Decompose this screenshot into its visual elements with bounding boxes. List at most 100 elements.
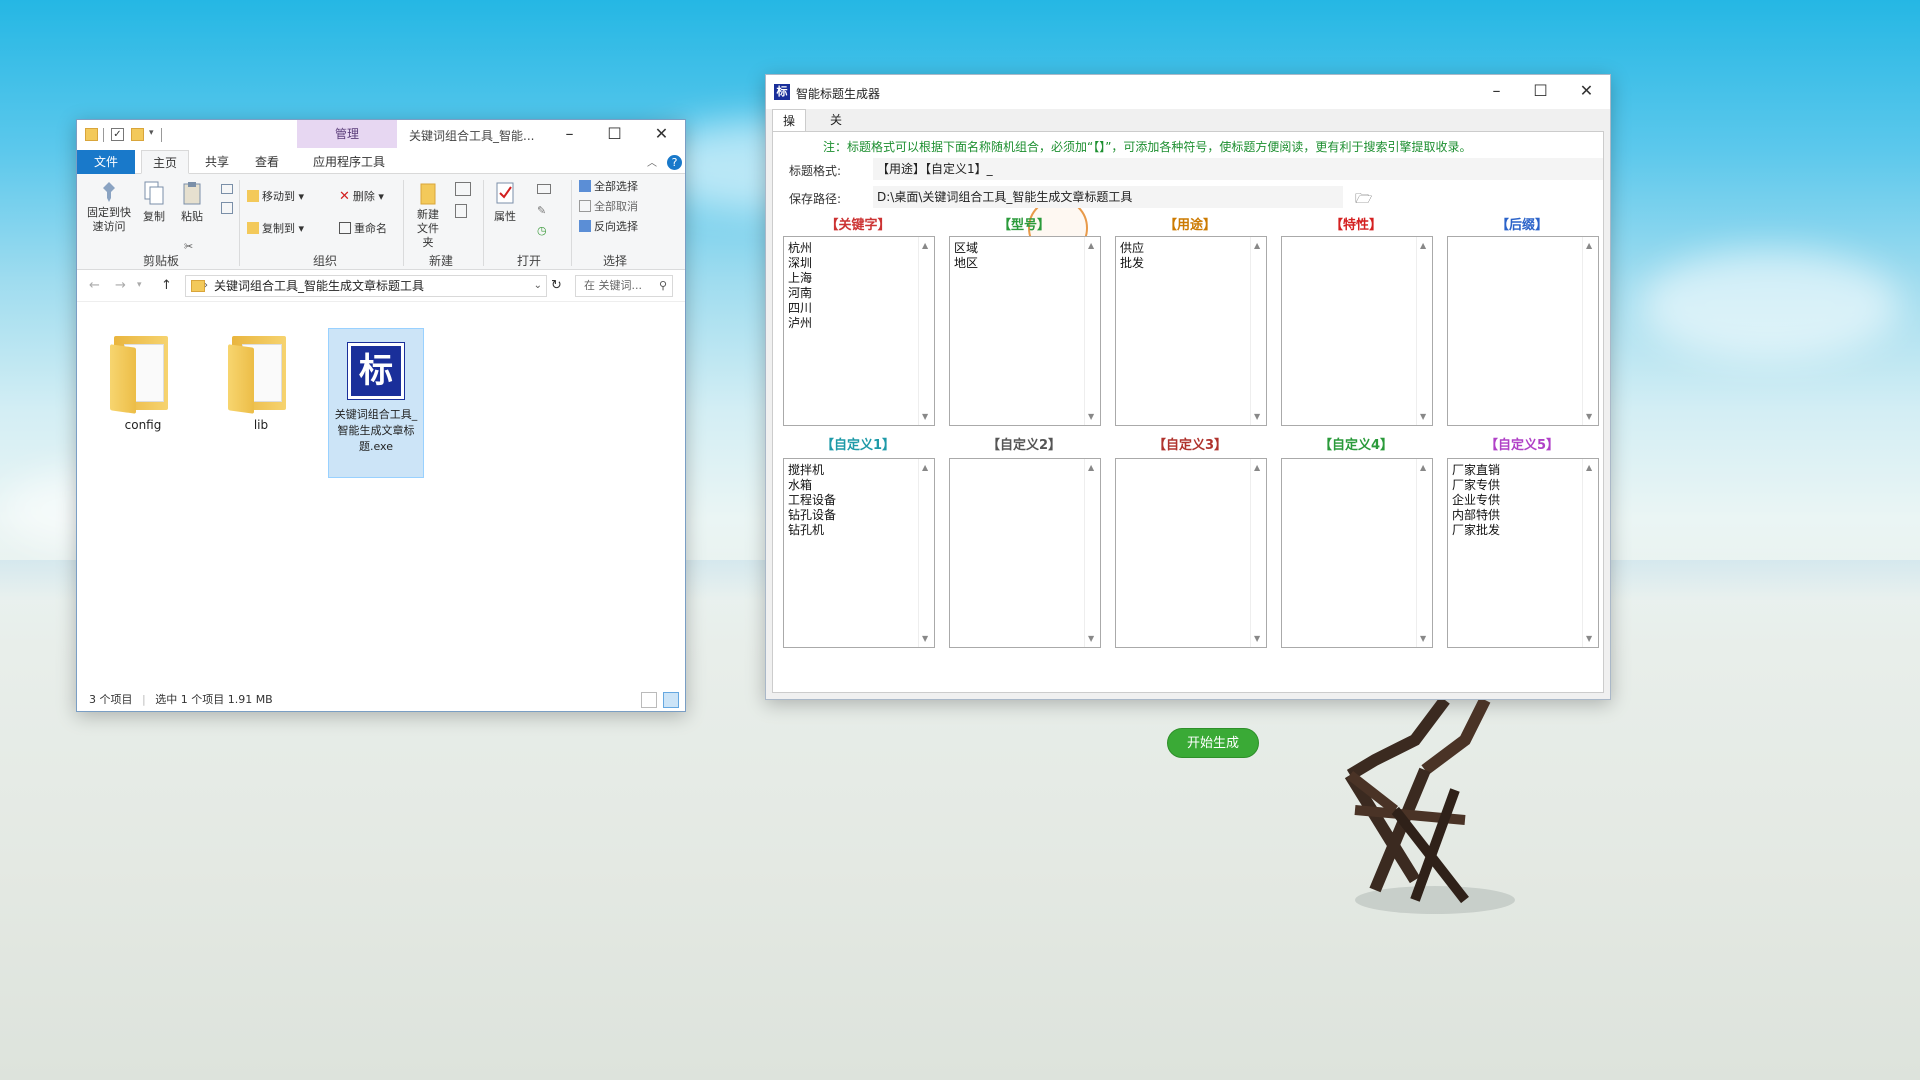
- scroll-down-icon[interactable]: ▼: [1420, 412, 1426, 421]
- scroll-up-icon[interactable]: ▲: [1420, 241, 1426, 250]
- paste-shortcut-icon[interactable]: [221, 202, 233, 214]
- generate-button[interactable]: 开始生成: [1167, 728, 1259, 758]
- scroll-up-icon[interactable]: ▲: [922, 241, 928, 250]
- pin-icon: [103, 182, 115, 202]
- scrollbar[interactable]: ▲ ▼: [1416, 237, 1432, 425]
- delete-button[interactable]: ✕ 删除 ▾: [339, 188, 384, 206]
- properties-button[interactable]: 属性: [487, 180, 523, 224]
- select-all-button[interactable]: 全部选择: [579, 178, 638, 196]
- open-folder-icon[interactable]: 🗁: [1355, 188, 1372, 212]
- tab-file[interactable]: 文件: [77, 150, 135, 174]
- select-none-button[interactable]: 全部取消: [579, 198, 638, 216]
- custom3-list[interactable]: ▲ ▼: [1115, 458, 1267, 648]
- minimize-button[interactable]: –: [1474, 77, 1519, 107]
- usage-list[interactable]: 供应 批发 ▲ ▼: [1115, 236, 1267, 426]
- forward-arrow-icon[interactable]: →: [115, 278, 126, 293]
- custom1-list[interactable]: 搅拌机 水箱 工程设备 钻孔设备 钻孔机 ▲ ▼: [783, 458, 935, 648]
- large-icons-view-button[interactable]: [663, 692, 679, 708]
- cut-icon[interactable]: ✂: [184, 240, 193, 253]
- recent-chevron-icon[interactable]: ▾: [137, 280, 142, 290]
- copy-label: 复制: [143, 210, 165, 223]
- tab-manage[interactable]: 管理: [297, 120, 397, 148]
- maximize-button[interactable]: ☐: [1518, 77, 1563, 107]
- history-icon[interactable]: ◷: [537, 224, 547, 237]
- scroll-down-icon[interactable]: ▼: [1254, 412, 1260, 421]
- custom5-list[interactable]: 厂家直销 厂家专供 企业专供 内部特供 厂家批发 ▲ ▼: [1447, 458, 1599, 648]
- scrollbar[interactable]: ▲ ▼: [1084, 459, 1100, 647]
- scroll-up-icon[interactable]: ▲: [1586, 241, 1592, 250]
- address-bar[interactable]: › 关键词组合工具_智能生成文章标题工具 ⌄: [185, 275, 547, 297]
- scroll-up-icon[interactable]: ▲: [1088, 463, 1094, 472]
- edit-icon[interactable]: ✎: [537, 204, 546, 217]
- minimize-button[interactable]: –: [547, 120, 592, 150]
- scroll-down-icon[interactable]: ▼: [1586, 412, 1592, 421]
- tab-about[interactable]: 关于: [820, 109, 852, 149]
- scroll-down-icon[interactable]: ▼: [922, 412, 928, 421]
- scrollbar[interactable]: ▲ ▼: [1416, 459, 1432, 647]
- open-icon[interactable]: [537, 184, 551, 194]
- scroll-up-icon[interactable]: ▲: [1254, 463, 1260, 472]
- easy-access-icon[interactable]: [455, 204, 467, 218]
- paste-button[interactable]: 粘贴: [175, 180, 209, 224]
- new-item-icon[interactable]: [455, 182, 471, 196]
- header-custom2: 【自定义2】: [986, 438, 1062, 453]
- folder-lib[interactable]: lib: [213, 334, 309, 432]
- copy-button[interactable]: 复制: [137, 180, 171, 224]
- scroll-down-icon[interactable]: ▼: [922, 634, 928, 643]
- details-view-button[interactable]: [641, 692, 657, 708]
- scroll-up-icon[interactable]: ▲: [1254, 241, 1260, 250]
- path-input[interactable]: D:\桌面\关键词组合工具_智能生成文章标题工具: [873, 186, 1343, 208]
- custom4-list[interactable]: ▲ ▼: [1281, 458, 1433, 648]
- format-input[interactable]: 【用途】【自定义1】_: [873, 158, 1603, 180]
- back-arrow-icon[interactable]: ←: [89, 278, 100, 293]
- close-button[interactable]: ✕: [1564, 77, 1609, 107]
- scrollbar[interactable]: ▲ ▼: [918, 459, 934, 647]
- close-button[interactable]: ✕: [639, 120, 684, 150]
- model-list[interactable]: 区域 地区 ▲ ▼: [949, 236, 1101, 426]
- refresh-icon[interactable]: ↻: [551, 278, 562, 293]
- custom2-list[interactable]: ▲ ▼: [949, 458, 1101, 648]
- properties-quick-icon[interactable]: ✓: [111, 128, 124, 141]
- scroll-down-icon[interactable]: ▼: [1586, 634, 1592, 643]
- tab-home[interactable]: 主页: [141, 150, 189, 174]
- address-dropdown-icon[interactable]: ⌄: [534, 276, 542, 296]
- scroll-up-icon[interactable]: ▲: [922, 463, 928, 472]
- scroll-down-icon[interactable]: ▼: [1420, 634, 1426, 643]
- scrollbar[interactable]: ▲ ▼: [918, 237, 934, 425]
- copy-to-button[interactable]: 复制到 ▾: [247, 220, 304, 238]
- move-to-button[interactable]: 移动到 ▾: [247, 188, 304, 206]
- search-input[interactable]: 在 关键词... ⚲: [575, 275, 673, 297]
- scrollbar[interactable]: ▲ ▼: [1250, 237, 1266, 425]
- rename-button[interactable]: 重命名: [339, 220, 387, 238]
- pin-quick-access-button[interactable]: 固定到快速访问: [83, 180, 135, 234]
- scroll-down-icon[interactable]: ▼: [1088, 634, 1094, 643]
- up-arrow-icon[interactable]: ↑: [161, 278, 172, 293]
- scrollbar[interactable]: ▲ ▼: [1084, 237, 1100, 425]
- tab-app-tools[interactable]: 应用程序工具: [299, 150, 399, 174]
- new-folder-quick-icon[interactable]: [131, 128, 144, 141]
- scroll-up-icon[interactable]: ▲: [1586, 463, 1592, 472]
- scroll-up-icon[interactable]: ▲: [1420, 463, 1426, 472]
- tab-operation[interactable]: 操作: [772, 109, 807, 150]
- help-icon[interactable]: ?: [667, 155, 682, 170]
- copy-path-icon[interactable]: [221, 184, 233, 194]
- tab-share[interactable]: 共享: [193, 150, 241, 174]
- scrollbar[interactable]: ▲ ▼: [1250, 459, 1266, 647]
- suffix-list[interactable]: ▲ ▼: [1447, 236, 1599, 426]
- scroll-down-icon[interactable]: ▼: [1254, 634, 1260, 643]
- tab-view[interactable]: 查看: [243, 150, 291, 174]
- new-folder-button[interactable]: 新建文件夹: [409, 180, 447, 250]
- scroll-up-icon[interactable]: ▲: [1088, 241, 1094, 250]
- invert-select-button[interactable]: 反向选择: [579, 218, 638, 236]
- exe-file[interactable]: 标 关键词组合工具_智能生成文章标题.exe: [328, 328, 424, 478]
- scroll-down-icon[interactable]: ▼: [1088, 412, 1094, 421]
- keyword-items: 杭州 深圳 上海 河南 四川 泸州: [788, 241, 812, 331]
- folder-config[interactable]: config: [95, 334, 191, 432]
- collapse-ribbon-icon[interactable]: ︿: [647, 154, 657, 169]
- scrollbar[interactable]: ▲ ▼: [1582, 237, 1598, 425]
- divider: [239, 180, 240, 266]
- scrollbar[interactable]: ▲ ▼: [1582, 459, 1598, 647]
- feature-list[interactable]: ▲ ▼: [1281, 236, 1433, 426]
- keyword-list[interactable]: 杭州 深圳 上海 河南 四川 泸州 ▲ ▼: [783, 236, 935, 426]
- maximize-button[interactable]: ☐: [592, 120, 637, 150]
